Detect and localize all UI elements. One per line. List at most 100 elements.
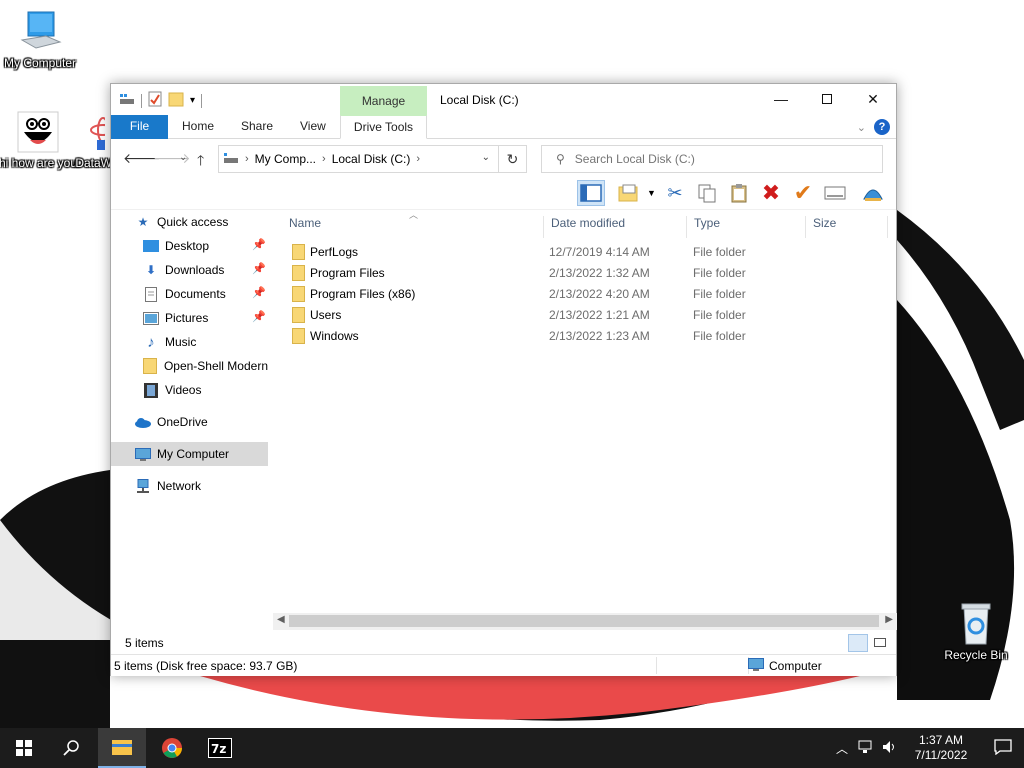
column-type[interactable]: Type <box>687 216 806 238</box>
properties-button[interactable] <box>821 180 849 206</box>
pin-icon[interactable]: 📌 <box>252 238 266 251</box>
paste-icon <box>731 184 747 203</box>
new-folder-icon[interactable] <box>168 91 184 110</box>
shell-button[interactable] <box>859 180 887 206</box>
view-buttons <box>848 634 890 652</box>
breadcrumb-local-disk[interactable]: Local Disk (C:) <box>332 152 411 166</box>
paste-button[interactable] <box>725 180 753 206</box>
start-button[interactable] <box>0 728 48 768</box>
breadcrumb-my-computer[interactable]: My Comp... <box>255 152 316 166</box>
up-button[interactable]: 🡑 <box>197 150 204 174</box>
drive-icon[interactable] <box>119 92 135 109</box>
folder-icon <box>143 358 158 374</box>
minimize-button[interactable]: — <box>758 84 804 114</box>
scroll-right-icon[interactable]: ▶ <box>885 614 893 625</box>
film-icon <box>143 382 159 398</box>
search-input[interactable] <box>574 152 865 166</box>
pin-icon[interactable]: 📌 <box>252 310 266 323</box>
taskbar-7zip[interactable]: 7z <box>196 728 244 768</box>
table-row[interactable]: Windows 2/13/2022 1:23 AM File folder <box>282 326 888 347</box>
desktop-folder-icon <box>143 238 159 254</box>
explorer-window: ▾ Manage Local Disk (C:) — ✕ File Home S… <box>110 83 897 676</box>
search-icon <box>63 740 79 756</box>
file-date: 2/13/2022 4:20 AM <box>549 287 650 301</box>
delete-button[interactable]: ✖ <box>757 180 785 206</box>
delete-x-icon: ✖ <box>761 180 781 205</box>
navigation-bar: 🡐 🡒 ⌄ 🡑 › My Comp... › Local Disk (C:) ›… <box>111 140 896 176</box>
table-row[interactable]: Program Files 2/13/2022 1:32 AM File fol… <box>282 263 888 284</box>
ribbon-tabs: File Home Share View Drive Tools ⌄ ? <box>111 115 896 139</box>
recent-locations-icon[interactable]: ⌄ <box>179 152 187 163</box>
details-view-button[interactable] <box>848 634 868 652</box>
pin-icon[interactable]: 📌 <box>252 286 266 299</box>
desktop-icon-my-computer[interactable]: My Computer <box>0 10 80 70</box>
status-bar: 5 items (Disk free space: 93.7 GB) Compu… <box>111 654 896 676</box>
horizontal-scrollbar[interactable]: ◀ ▶ <box>273 613 897 630</box>
nav-desktop[interactable]: Desktop 📌 <box>143 234 268 258</box>
nav-music[interactable]: ♪ Music <box>143 330 268 354</box>
nav-videos[interactable]: Videos <box>143 378 268 402</box>
file-date: 12/7/2019 4:14 AM <box>549 245 650 259</box>
scroll-left-icon[interactable]: ◀ <box>277 614 285 625</box>
search-button[interactable] <box>48 728 96 768</box>
preview-pane-button[interactable] <box>577 180 605 206</box>
column-size[interactable]: Size <box>806 216 888 238</box>
folder-icon <box>292 286 305 305</box>
copy-button[interactable] <box>693 180 721 206</box>
network-status-icon[interactable] <box>858 740 874 757</box>
windows-logo-icon <box>16 740 32 756</box>
large-icons-view-button[interactable] <box>870 634 890 652</box>
table-row[interactable]: Program Files (x86) 2/13/2022 4:20 AM Fi… <box>282 284 888 305</box>
expand-ribbon-icon[interactable]: ⌄ <box>857 121 866 134</box>
nav-downloads[interactable]: ⬇ Downloads 📌 <box>143 258 268 282</box>
nav-pictures[interactable]: Pictures 📌 <box>143 306 268 330</box>
properties-icon[interactable] <box>148 91 162 110</box>
action-center-icon[interactable] <box>994 738 1012 758</box>
scrollbar-thumb[interactable] <box>289 615 879 627</box>
search-box[interactable]: ⚲ <box>541 145 883 173</box>
nav-my-computer[interactable]: My Computer <box>111 442 268 466</box>
table-row[interactable]: PerfLogs 12/7/2019 4:14 AM File folder <box>282 242 888 263</box>
views-button[interactable] <box>615 180 643 206</box>
maximize-button[interactable] <box>804 84 850 114</box>
nav-onedrive[interactable]: OneDrive <box>135 410 268 434</box>
refresh-button[interactable]: ↻ <box>499 145 527 173</box>
taskbar-file-explorer[interactable] <box>98 728 146 768</box>
nav-pictures-label: Pictures <box>165 311 209 325</box>
nav-documents[interactable]: Documents 📌 <box>143 282 268 306</box>
nav-quick-access[interactable]: ★ Quick access <box>135 210 292 234</box>
help-button[interactable]: ? <box>874 119 890 135</box>
shell-icon <box>863 189 883 201</box>
tab-drive-tools[interactable]: Drive Tools <box>340 115 427 139</box>
close-button[interactable]: ✕ <box>850 84 896 114</box>
views-dropdown-icon[interactable]: ▼ <box>647 188 656 198</box>
tab-view[interactable]: View <box>300 115 326 139</box>
customize-qat-icon[interactable]: ▾ <box>190 95 195 106</box>
cut-button[interactable]: ✂ <box>661 180 689 206</box>
pin-icon[interactable]: 📌 <box>252 262 266 275</box>
tab-share[interactable]: Share <box>241 115 273 139</box>
cloud-icon <box>135 414 151 430</box>
nav-videos-label: Videos <box>165 383 202 397</box>
desktop-icon-dataw[interactable]: DataW <box>58 110 112 170</box>
nav-network[interactable]: Network <box>135 474 268 498</box>
table-row[interactable]: Users 2/13/2022 1:21 AM File folder <box>282 305 888 326</box>
location-label: Computer <box>769 659 822 673</box>
column-name[interactable]: Name <box>282 216 544 238</box>
tab-home[interactable]: Home <box>182 115 214 139</box>
nav-open-shell-modern[interactable]: Open-Shell Modern <box>143 354 268 378</box>
address-bar[interactable]: › My Comp... › Local Disk (C:) › ⌄ <box>218 145 499 173</box>
desktop-icon-recycle-bin[interactable]: Recycle Bin <box>936 602 1016 662</box>
nav-documents-label: Documents <box>165 287 226 301</box>
show-hidden-icons-icon[interactable]: ︿ <box>836 740 848 757</box>
column-date-modified[interactable]: Date modified <box>544 216 687 238</box>
taskbar-chrome[interactable] <box>148 728 196 768</box>
address-dropdown-icon[interactable]: ⌄ <box>482 152 490 163</box>
file-date: 2/13/2022 1:23 AM <box>549 329 650 343</box>
manage-tab[interactable]: Manage <box>340 86 427 116</box>
maximize-icon <box>822 94 832 104</box>
volume-icon[interactable] <box>882 740 898 757</box>
tab-file[interactable]: File <box>111 115 168 139</box>
check-button[interactable]: ✔ <box>789 180 817 206</box>
clock[interactable]: 1:37 AM 7/11/2022 <box>906 733 976 763</box>
